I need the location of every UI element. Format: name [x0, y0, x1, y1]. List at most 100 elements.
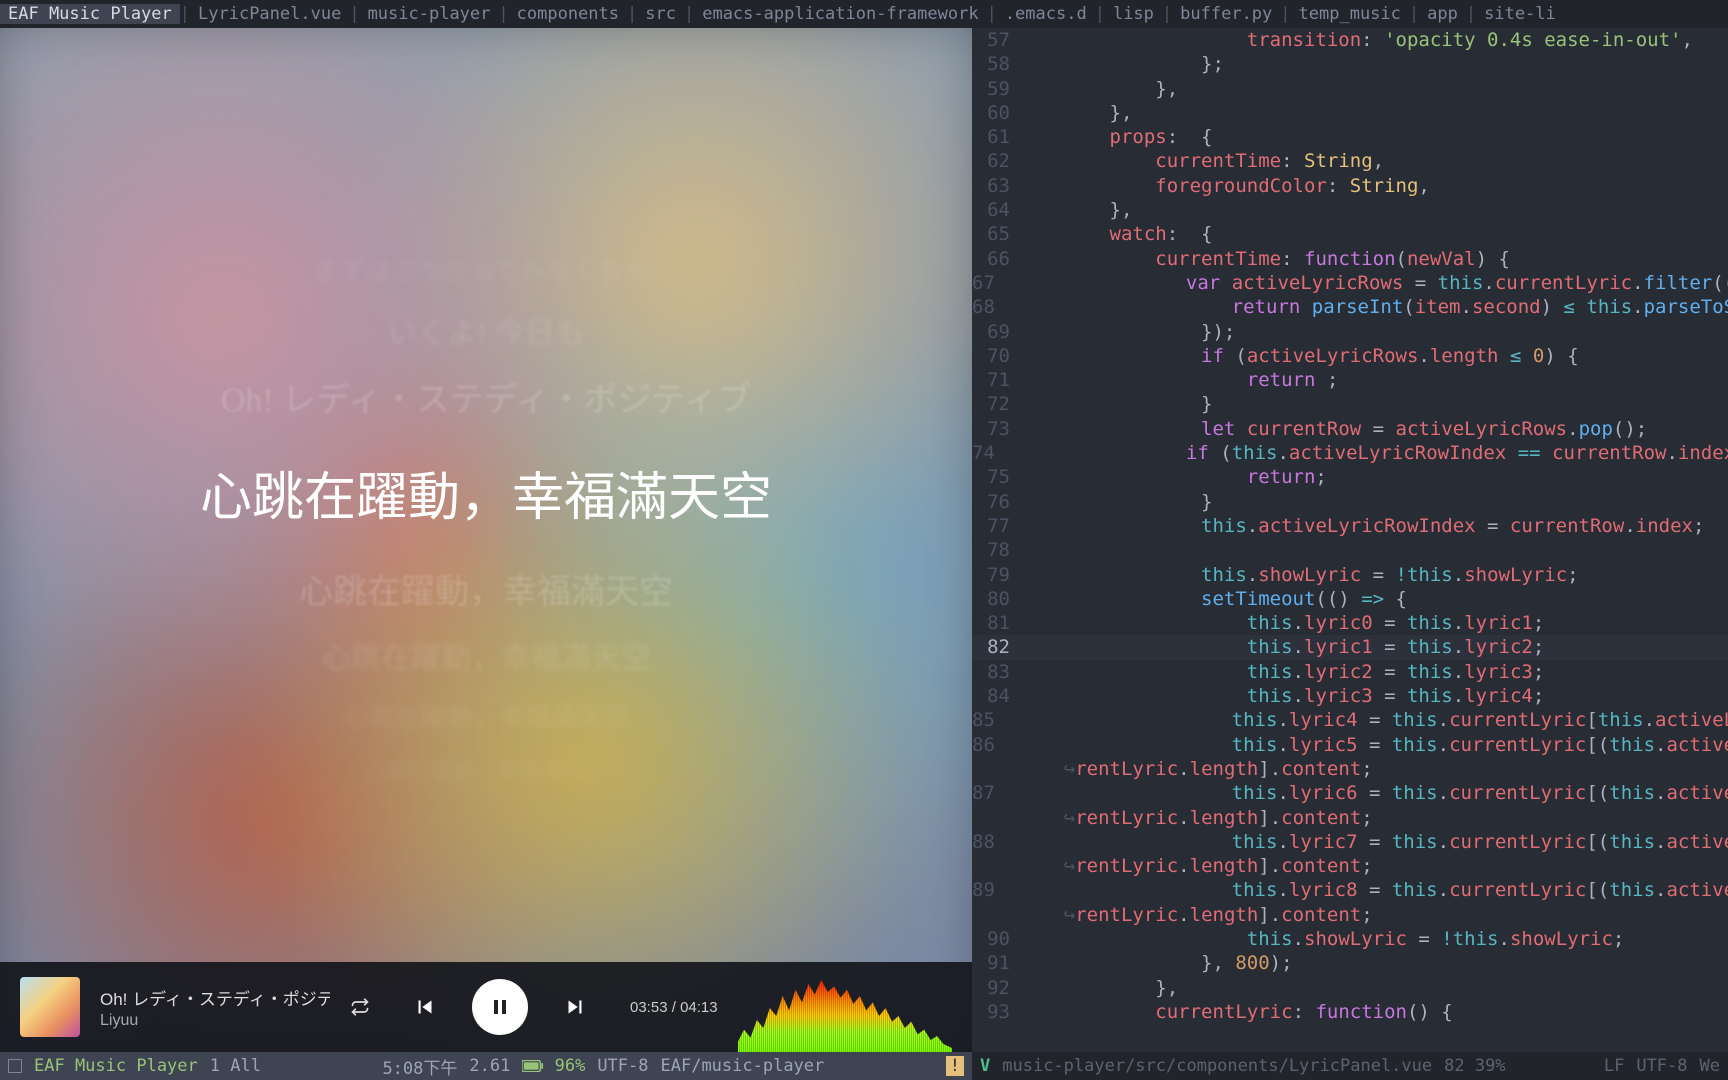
tab[interactable]: .emacs.d: [997, 4, 1095, 24]
lyric-line: [483, 205, 489, 231]
line-number: 60: [972, 101, 1018, 125]
code-line[interactable]: 76 }: [972, 490, 1728, 514]
code-line[interactable]: 87 this.lyric6 = this.currentLyric[(this…: [972, 781, 1728, 805]
code-line-wrap[interactable]: ↪rentLyric.length].content;: [972, 854, 1728, 878]
code-line[interactable]: 66 currentTime: function(newVal) {: [972, 247, 1728, 271]
code-line[interactable]: 74 if (this.activeLyricRowIndex == curre…: [972, 441, 1728, 465]
lyric-line: 心跳在躍動，幸福滿天空: [299, 564, 673, 613]
code-content: this.showLyric = !this.showLyric;: [1018, 927, 1624, 951]
code-line[interactable]: 83 this.lyric2 = this.lyric3;: [972, 660, 1728, 684]
line-number: 88: [972, 830, 1003, 854]
player-controls-bar: Oh! レディ・ステディ・ポジティブ Liyuu 03:53 / 04:13: [0, 962, 972, 1052]
code-line[interactable]: 59 },: [972, 77, 1728, 101]
code-line[interactable]: 90 this.showLyric = !this.showLyric;: [972, 927, 1728, 951]
line-number: 91: [972, 951, 1018, 975]
tab[interactable]: lisp: [1105, 4, 1162, 24]
line-number: 77: [972, 514, 1018, 538]
prev-button[interactable]: [410, 992, 440, 1022]
code-line[interactable]: 73 let currentRow = activeLyricRows.pop(…: [972, 417, 1728, 441]
code-line[interactable]: 61 props: {: [972, 125, 1728, 149]
lyric-line: 心跳在躍動，幸福滿天空: [343, 697, 629, 734]
code-line[interactable]: 65 watch: {: [972, 222, 1728, 246]
code-line[interactable]: 93 currentLyric: function() {: [972, 1000, 1728, 1024]
tab[interactable]: music-player: [360, 4, 499, 24]
pause-button[interactable]: [472, 979, 528, 1035]
code-line[interactable]: 79 this.showLyric = !this.showLyric;: [972, 563, 1728, 587]
code-line[interactable]: 58 };: [972, 52, 1728, 76]
track-artist: Liyuu: [100, 1012, 330, 1030]
code-content: }: [1018, 490, 1212, 514]
modeline-right: V music-player/src/components/LyricPanel…: [972, 1052, 1728, 1080]
line-number: 68: [972, 295, 1003, 319]
line-number: 80: [972, 587, 1018, 611]
code-line[interactable]: 85 this.lyric4 = this.currentLyric[this.…: [972, 708, 1728, 732]
encoding: UTF-8: [1636, 1056, 1687, 1076]
code-line[interactable]: 77 this.activeLyricRowIndex = currentRow…: [972, 514, 1728, 538]
code-content: transition: 'opacity 0.4s ease-in-out',: [1018, 28, 1693, 52]
next-button[interactable]: [560, 992, 590, 1022]
file-path: music-player/src/components/LyricPanel.v…: [1002, 1056, 1432, 1076]
code-line[interactable]: 70 if (activeLyricRows.length ≤ 0) {: [972, 344, 1728, 368]
code-line[interactable]: 72 }: [972, 392, 1728, 416]
code-line[interactable]: 71 return ;: [972, 368, 1728, 392]
tab[interactable]: site-li: [1476, 4, 1564, 24]
tab[interactable]: emacs-application-framework: [694, 4, 986, 24]
code-line[interactable]: 69 });: [972, 320, 1728, 344]
tab[interactable]: app: [1419, 4, 1466, 24]
tab[interactable]: components: [509, 4, 627, 24]
tab[interactable]: src: [637, 4, 684, 24]
modelines: EAF Music Player 1 All 5:08下午 2.61 96% U…: [0, 1052, 1728, 1080]
major-mode: EAF/music-player: [661, 1056, 825, 1076]
code-editor-pane[interactable]: 57 transition: 'opacity 0.4s ease-in-out…: [972, 28, 1728, 1052]
code-line[interactable]: 86 this.lyric5 = this.currentLyric[(this…: [972, 733, 1728, 757]
code-line[interactable]: 91 }, 800);: [972, 951, 1728, 975]
code-line[interactable]: 57 transition: 'opacity 0.4s ease-in-out…: [972, 28, 1728, 52]
tab[interactable]: temp_music: [1291, 4, 1409, 24]
code-line[interactable]: 75 return;: [972, 465, 1728, 489]
code-line-wrap[interactable]: ↪rentLyric.length].content;: [972, 903, 1728, 927]
code-line[interactable]: 62 currentTime: String,: [972, 149, 1728, 173]
code-line[interactable]: 78: [972, 538, 1728, 562]
code-content: this.lyric8 = this.currentLyric[(this.ac…: [1003, 878, 1728, 902]
code-line[interactable]: 63 foregroundColor: String,: [972, 174, 1728, 198]
code-line[interactable]: 81 this.lyric0 = this.lyric1;: [972, 611, 1728, 635]
code-line[interactable]: 92 },: [972, 976, 1728, 1000]
code-content: return ;: [1018, 368, 1338, 392]
code-line[interactable]: 84 this.lyric3 = this.lyric4;: [972, 684, 1728, 708]
code-content: this.lyric4 = this.currentLyric[this.act…: [1003, 708, 1728, 732]
line-number: 66: [972, 247, 1018, 271]
code-line[interactable]: 82 this.lyric1 = this.lyric2;: [972, 635, 1728, 659]
tab[interactable]: LyricPanel.vue: [190, 4, 349, 24]
code-line[interactable]: 67 var activeLyricRows = this.currentLyr…: [972, 271, 1728, 295]
line-number: 81: [972, 611, 1018, 635]
warning-badge[interactable]: !: [946, 1056, 964, 1076]
line-number: 63: [972, 174, 1018, 198]
loop-icon[interactable]: [350, 997, 370, 1017]
line-number: 70: [972, 344, 1018, 368]
code-content: }, 800);: [1018, 951, 1293, 975]
code-content: let currentRow = activeLyricRows.pop();: [1018, 417, 1647, 441]
code-line[interactable]: 60 },: [972, 101, 1728, 125]
cursor-position: 1 All: [210, 1056, 261, 1076]
track-info: Oh! レディ・ステディ・ポジティブ Liyuu: [100, 985, 330, 1030]
tab[interactable]: EAF Music Player: [0, 4, 180, 24]
line-number: 69: [972, 320, 1018, 344]
tab-bar: EAF Music Player | LyricPanel.vue | musi…: [0, 0, 1728, 28]
code-content: this.lyric7 = this.currentLyric[(this.ac…: [1003, 830, 1728, 854]
code-content: this.lyric6 = this.currentLyric[(this.ac…: [1003, 781, 1728, 805]
code-line[interactable]: 80 setTimeout(() => {: [972, 587, 1728, 611]
code-content: this.lyric2 = this.lyric3;: [1018, 660, 1544, 684]
code-line[interactable]: 68 return parseInt(item.second) ≤ this.p…: [972, 295, 1728, 319]
line-number: 57: [972, 28, 1018, 52]
code-content: },: [1018, 198, 1132, 222]
tab[interactable]: buffer.py: [1172, 4, 1280, 24]
line-number: 89: [972, 878, 1003, 902]
line-number: 90: [972, 927, 1018, 951]
code-line[interactable]: 89 this.lyric8 = this.currentLyric[(this…: [972, 878, 1728, 902]
code-line-wrap[interactable]: ↪rentLyric.length].content;: [972, 757, 1728, 781]
code-content: this.showLyric = !this.showLyric;: [1018, 563, 1579, 587]
code-line[interactable]: 88 this.lyric7 = this.currentLyric[(this…: [972, 830, 1728, 854]
code-line[interactable]: 64 },: [972, 198, 1728, 222]
lyric-line: 心跳在躍動，幸福滿天空: [321, 633, 651, 677]
code-line-wrap[interactable]: ↪rentLyric.length].content;: [972, 806, 1728, 830]
